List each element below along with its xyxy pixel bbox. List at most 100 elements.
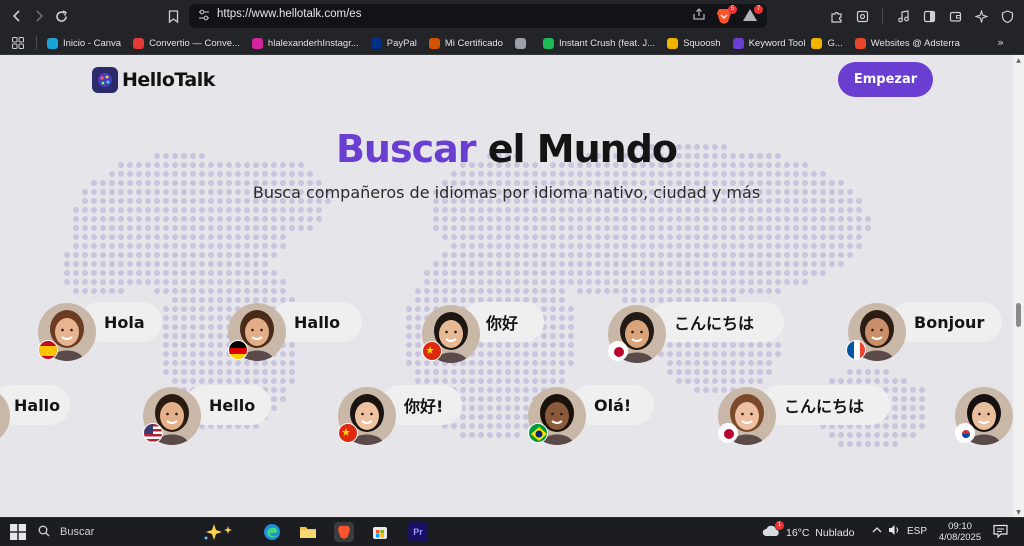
bookmark-item[interactable]: Websites @ Adsterra [854,37,960,49]
url-text[interactable]: https://www.hellotalk.com/es [217,8,361,20]
copilot-sparkle-icon[interactable] [202,522,238,546]
reload-button[interactable] [50,5,72,27]
bookmark-favicon-icon [428,37,440,49]
flag-cn-icon [422,341,442,361]
scroll-down-arrow[interactable]: ▼ [1015,509,1022,516]
brand-name: HelloTalk [122,69,215,91]
forward-button[interactable] [28,5,50,27]
greeting-text: こんにちは [674,314,755,333]
media-button[interactable] [893,5,913,27]
music-note-icon [897,9,909,22]
brave-rewards-button[interactable]: 7 [742,5,763,25]
apps-grid-icon [12,37,24,49]
bookmark-item[interactable]: G... [811,37,843,49]
premiere-pro-app[interactable]: Pr [408,522,428,542]
weather-text: 16°C Nublado [786,526,855,539]
bookmark-favicon-icon [370,37,382,49]
search-icon [38,525,50,540]
bookmark-item[interactable]: Keyword Tool [732,37,805,49]
search-label: Buscar [60,526,95,538]
site-header: HelloTalk Empezar [0,55,1013,105]
store-icon [373,527,387,539]
bookmark-item[interactable]: Instant Crush (feat. J... [542,37,656,49]
bookmark-label: Mi Certificado [444,37,503,49]
edge-app[interactable] [262,522,282,542]
greeting-text: こんにちは [784,397,865,416]
file-explorer-app[interactable] [298,522,318,542]
bookmark-item[interactable]: hlalexanderhInstagr... [251,37,359,49]
brave-shields-button[interactable]: 5 [716,5,737,25]
clock-time: 09:10 [948,521,972,532]
bookmark-item[interactable]: Inicio - Canva [47,37,122,49]
flag-jp-icon [608,341,628,361]
sidebar-icon [923,10,935,22]
notification-center-button[interactable] [993,524,1009,540]
more-bookmarks-button[interactable]: » [997,36,1004,49]
bookmarks-divider [36,36,37,50]
clock[interactable]: 09:10 4/08/2025 [935,521,985,543]
bookmark-label: Instant Crush (feat. J... [558,37,656,49]
wallet-button[interactable] [945,5,965,27]
toolbar-divider [882,8,883,24]
page-scrollbar[interactable]: ▲ ▼ [1013,55,1024,517]
sidebar-button[interactable] [919,5,939,27]
bookmarks-bar: Inicio - Canva Convertio — Conve... hlalex… [0,32,1024,55]
screenshot-icon [856,10,868,22]
bookmark-item[interactable] [514,37,531,49]
brave-app[interactable] [334,522,354,542]
hellotalk-logo-icon [92,67,118,93]
leo-ai-button[interactable] [971,5,991,27]
tray-chevron-icon[interactable] [872,526,882,537]
flag-jp-icon [718,423,738,443]
wallet-icon [949,11,961,22]
start-button[interactable]: Empezar [838,62,933,97]
greeting-text: Hello [209,395,256,415]
start-menu-button[interactable] [10,524,26,540]
microsoft-store-app[interactable] [370,522,390,542]
vpn-button[interactable] [997,5,1017,27]
greeting-text: Olá! [594,395,632,415]
speaker-icon[interactable] [888,524,901,539]
address-bar[interactable]: https://www.hellotalk.com/es 5 7 [189,4,767,28]
bookmark-item[interactable]: PayPal [370,37,417,49]
bookmark-label: PayPal [386,37,417,49]
shield-icon [1001,9,1013,23]
bookmark-item[interactable]: Convertio — Conve... [133,37,240,49]
back-button[interactable] [6,5,28,27]
browser-toolbar: https://www.hellotalk.com/es 5 7 [0,0,1024,32]
hellotalk-logo[interactable]: HelloTalk [92,67,215,93]
bookmark-favicon-icon [47,37,58,49]
bookmark-label: Inicio - Canva [63,37,122,49]
apps-grid-button[interactable] [10,35,26,51]
weather-widget[interactable]: 1 16°C Nublado [762,521,855,541]
share-icon[interactable] [692,7,708,25]
bookmark-item[interactable]: Squoosh [667,37,721,49]
system-tray: ESP [872,524,927,539]
language-indicator[interactable]: ESP [907,526,927,537]
bookmark-page-button[interactable] [163,5,183,27]
clock-date: 4/08/2025 [938,532,982,543]
greeting-bubble[interactable]: Hallo [0,385,70,425]
flag-es-icon [38,340,58,360]
folder-icon [300,527,316,538]
greeting-bubble[interactable]: こんにちは [760,385,890,425]
bookmark-item[interactable]: Mi Certificado [428,37,503,49]
scroll-up-arrow[interactable]: ▲ [1015,57,1022,64]
windows-taskbar: Buscar Pr 1 16°C Nublado ESP 09:10 4/08/… [0,517,1024,545]
bookmark-label: hlalexanderhInstagr... [267,37,359,49]
extensions-button[interactable] [826,5,846,27]
toolbar-extensions [826,5,1024,27]
taskbar-search[interactable]: Buscar [38,522,94,542]
flag-br-icon [528,423,548,443]
page-title: Buscar el Mundo [0,127,1013,171]
greeting-bubble[interactable]: Bonjour [890,302,1002,342]
bookmark-favicon-icon [133,37,145,49]
bookmark-favicon-icon [542,37,554,49]
site-settings-icon[interactable] [197,8,211,24]
greeting-bubble[interactable]: こんにちは [650,302,784,342]
bookmark-icon [168,9,178,23]
brave-shields-count: 5 [728,5,737,14]
chevron-left-icon [12,10,20,22]
screenshot-button[interactable] [852,5,872,27]
scrollbar-thumb[interactable] [1016,303,1021,327]
